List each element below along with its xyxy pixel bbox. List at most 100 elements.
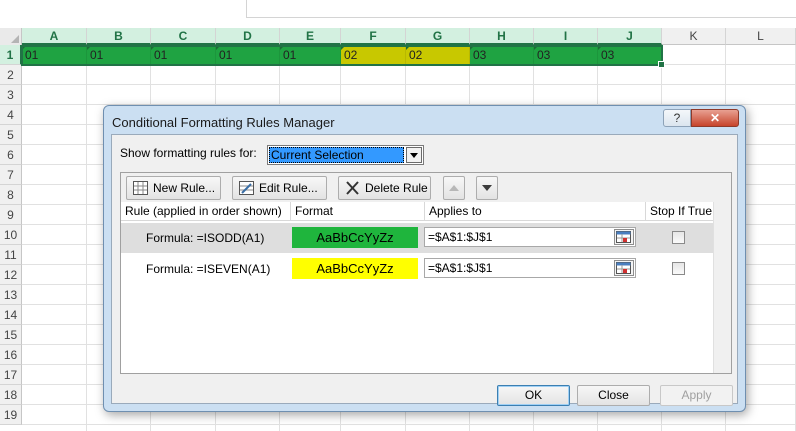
row-header-7[interactable]: 7: [0, 165, 22, 185]
row-header-14[interactable]: 14: [0, 305, 22, 325]
cell-j1[interactable]: 03: [598, 45, 662, 65]
error-indicator-icon: [87, 45, 92, 50]
gridline-horizontal: [22, 424, 796, 425]
ok-button[interactable]: OK: [497, 385, 570, 406]
row-header-11[interactable]: 11: [0, 245, 22, 265]
dialog-body: Show formatting rules for: Current Selec…: [111, 134, 738, 406]
column-header-l[interactable]: L: [726, 28, 796, 45]
dialog-close-x-button[interactable]: ✕: [691, 109, 739, 127]
cell-value: 01: [219, 48, 233, 62]
rule-row-iseven[interactable]: Formula: =ISEVEN(A1) AaBbCcYyZz =$A$1:$J…: [121, 254, 714, 284]
row-header-3[interactable]: 3: [0, 85, 22, 105]
column-header-g[interactable]: G: [406, 28, 470, 45]
cell-a1[interactable]: 01: [22, 45, 87, 65]
apply-button[interactable]: Apply: [660, 385, 733, 406]
error-indicator-icon: [534, 45, 539, 50]
show-rules-dropdown[interactable]: Current Selection: [267, 145, 424, 165]
conditional-formatting-rules-manager-dialog: Conditional Formatting Rules Manager ? ✕…: [103, 105, 746, 412]
cell-b1[interactable]: 01: [87, 45, 151, 65]
edit-rule-icon: [239, 181, 254, 195]
cell-value: 03: [473, 48, 487, 62]
error-indicator-icon: [22, 45, 27, 50]
error-indicator-icon: [470, 45, 475, 50]
row-header-15[interactable]: 15: [0, 325, 22, 345]
rules-scrollbar[interactable]: [713, 202, 731, 373]
column-header-d[interactable]: D: [216, 28, 280, 45]
column-header-b[interactable]: B: [87, 28, 151, 45]
select-all-corner[interactable]: [0, 28, 22, 46]
error-indicator-icon: [151, 45, 156, 50]
rule-row-isodd[interactable]: Formula: =ISODD(A1) AaBbCcYyZz =$A$1:$J$…: [121, 223, 714, 253]
cell-d1[interactable]: 01: [216, 45, 280, 65]
row-header-19[interactable]: 19: [0, 405, 22, 425]
delete-rule-button[interactable]: Delete Rule: [338, 176, 431, 200]
rules-panel: New Rule... Edit Rule... Delete Rule Rul…: [120, 172, 732, 374]
column-header-i[interactable]: I: [534, 28, 598, 45]
header-rule: Rule (applied in order shown): [121, 202, 291, 221]
cell-h1[interactable]: 03: [470, 45, 534, 65]
error-indicator-icon: [598, 45, 603, 50]
row-header-13[interactable]: 13: [0, 285, 22, 305]
column-header-j[interactable]: J: [598, 28, 662, 45]
cell-value: 01: [283, 48, 297, 62]
cell-e1[interactable]: 01: [280, 45, 341, 65]
format-preview-green: AaBbCcYyZz: [292, 227, 418, 248]
cell-i1[interactable]: 03: [534, 45, 598, 65]
show-rules-selected-value: Current Selection: [269, 147, 404, 163]
range-picker-icon: [616, 231, 631, 243]
row-header-9[interactable]: 9: [0, 205, 22, 225]
range-picker-button[interactable]: [614, 260, 634, 276]
row-header-16[interactable]: 16: [0, 345, 22, 365]
column-header-k[interactable]: K: [662, 28, 726, 45]
row-header-8[interactable]: 8: [0, 185, 22, 205]
arrow-down-icon: [482, 185, 492, 191]
arrow-up-icon: [449, 185, 459, 191]
stop-if-true-checkbox[interactable]: [672, 262, 685, 275]
show-rules-label: Show formatting rules for:: [120, 146, 257, 160]
range-picker-button[interactable]: [614, 229, 634, 245]
column-header-h[interactable]: H: [470, 28, 534, 45]
chevron-down-icon[interactable]: [406, 147, 422, 163]
rules-toolbar: New Rule... Edit Rule... Delete Rule: [121, 173, 731, 203]
column-header-c[interactable]: C: [151, 28, 216, 45]
gridline-horizontal: [22, 84, 796, 85]
cell-c1[interactable]: 01: [151, 45, 216, 65]
cell-value: 01: [25, 48, 39, 62]
help-button[interactable]: ?: [663, 109, 691, 127]
new-rule-button[interactable]: New Rule...: [126, 176, 221, 200]
error-indicator-icon: [341, 45, 346, 50]
cell-g1[interactable]: 02: [406, 45, 470, 65]
row-header-12[interactable]: 12: [0, 265, 22, 285]
row-header-17[interactable]: 17: [0, 365, 22, 385]
row-header-4[interactable]: 4: [0, 105, 22, 125]
rule-formula: Formula: =ISODD(A1): [146, 231, 265, 245]
close-button[interactable]: Close: [577, 385, 650, 406]
column-header-a[interactable]: A: [22, 28, 87, 45]
rule-formula: Formula: =ISEVEN(A1): [146, 262, 271, 276]
edit-rule-button[interactable]: Edit Rule...: [232, 176, 327, 200]
cell-value: 03: [537, 48, 551, 62]
error-indicator-icon: [406, 45, 411, 50]
range-picker-icon: [616, 262, 631, 274]
move-up-button[interactable]: [443, 176, 465, 200]
row-header-6[interactable]: 6: [0, 145, 22, 165]
row-header-18[interactable]: 18: [0, 385, 22, 405]
row-header-10[interactable]: 10: [0, 225, 22, 245]
column-header-f[interactable]: F: [341, 28, 406, 45]
applies-to-input[interactable]: =$A$1:$J$1: [424, 227, 636, 247]
formula-bar-edge: [246, 0, 796, 18]
cell-f1[interactable]: 02: [341, 45, 406, 65]
move-down-button[interactable]: [476, 176, 498, 200]
header-stop-if-true: Stop If True: [646, 202, 714, 221]
row-header-5[interactable]: 5: [0, 125, 22, 145]
cell-value: 02: [344, 48, 358, 62]
format-preview-yellow: AaBbCcYyZz: [292, 258, 418, 279]
cell-value: 01: [154, 48, 168, 62]
header-applies-to: Applies to: [425, 202, 646, 221]
stop-if-true-checkbox[interactable]: [672, 231, 685, 244]
delete-x-icon: [346, 181, 359, 195]
row-header-1[interactable]: 1: [0, 45, 22, 65]
applies-to-input[interactable]: =$A$1:$J$1: [424, 258, 636, 278]
row-header-2[interactable]: 2: [0, 65, 22, 85]
column-header-e[interactable]: E: [280, 28, 341, 45]
